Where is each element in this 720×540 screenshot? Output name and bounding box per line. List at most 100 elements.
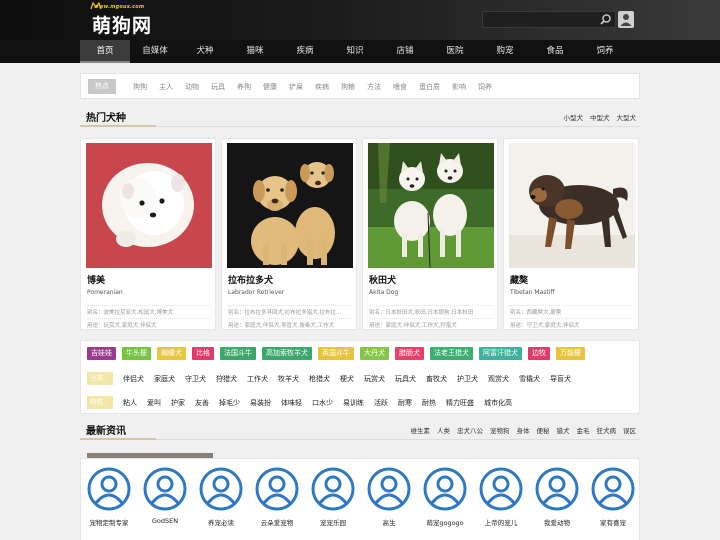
nav-item[interactable]: 知识 (330, 40, 380, 63)
breed-size-filter[interactable]: 大型犬 (617, 112, 637, 122)
keyword-link[interactable]: 影响 (452, 74, 466, 100)
keyword-link[interactable]: 玩具 (211, 74, 225, 100)
author-name[interactable]: 养宠必读 (193, 517, 249, 527)
breed-card[interactable]: 拉布拉多犬 Labrador Retriever 别名：拉布拉多寻回犬,拉布拉多… (221, 138, 357, 330)
news-topic-link[interactable]: 宠物狗 (490, 425, 510, 435)
labrador-photo[interactable] (227, 143, 353, 268)
avatar-icon[interactable] (199, 467, 243, 511)
category-link[interactable]: 工作犬 (247, 374, 268, 384)
breed-tag[interactable]: 牛头梗 (122, 347, 151, 360)
trait-link[interactable]: 体味轻 (281, 398, 302, 408)
breed-tag[interactable]: 腊肠犬 (395, 347, 424, 360)
author-item[interactable]: 高生 (361, 467, 417, 527)
keyword-link[interactable]: 动物 (185, 74, 199, 100)
news-topic-link[interactable]: 便秘 (537, 425, 550, 435)
avatar-icon[interactable] (479, 467, 523, 511)
breed-size-filter[interactable]: 小型犬 (564, 112, 584, 122)
category-link[interactable]: 家庭犬 (154, 374, 175, 384)
author-name[interactable]: 高生 (361, 517, 417, 527)
search-icon[interactable] (599, 13, 613, 26)
news-topic-link[interactable]: 狂犬病 (597, 425, 617, 435)
breed-card[interactable]: 博美 Pomeranian 别名：波美拉尼亚犬,松鼠犬,博美犬 用途：玩赏犬,家… (80, 138, 216, 330)
nav-item[interactable]: 医院 (430, 40, 480, 63)
author-item[interactable]: 云朵爱宠物 (249, 467, 305, 527)
keyword-link[interactable]: 嗜食 (393, 74, 407, 100)
avatar-icon[interactable] (423, 467, 467, 511)
breed-tag[interactable]: 英国斗牛 (318, 347, 354, 360)
author-name[interactable]: 我爱动物 (529, 517, 585, 527)
nav-item[interactable]: 犬种 (180, 40, 230, 63)
author-item[interactable]: 宠物定制专家 (81, 467, 137, 527)
news-topic-link[interactable]: 维生素 (411, 425, 431, 435)
category-link[interactable]: 枪猎犬 (309, 374, 330, 384)
category-link[interactable]: 伴侣犬 (123, 374, 144, 384)
avatar-icon[interactable] (535, 467, 579, 511)
trait-link[interactable]: 精力旺盛 (446, 398, 474, 408)
breed-name[interactable]: 藏獒 (510, 273, 528, 286)
user-icon[interactable] (618, 11, 634, 28)
author-item[interactable]: 家有喜宠 (585, 467, 641, 527)
news-topic-link[interactable]: 金毛 (577, 425, 590, 435)
breed-tag[interactable]: 吉娃娃 (87, 347, 116, 360)
news-topic-link[interactable]: 身体 (517, 425, 530, 435)
trait-link[interactable]: 城市化高 (484, 398, 512, 408)
trait-link[interactable]: 掉毛少 (219, 398, 240, 408)
category-link[interactable]: 玩具犬 (395, 374, 416, 384)
author-item[interactable]: 我爱动物 (529, 467, 585, 527)
trait-link[interactable]: 易训练 (343, 398, 364, 408)
keyword-link[interactable]: 方法 (367, 74, 381, 100)
breed-tag[interactable]: 阿富汗猎犬 (479, 347, 522, 360)
avatar-icon[interactable] (311, 467, 355, 511)
category-link[interactable]: 梗犬 (340, 374, 354, 384)
author-item[interactable]: 宠宠乐园 (305, 467, 361, 527)
news-topic-link[interactable]: 猎犬 (557, 425, 570, 435)
keyword-link[interactable]: 主人 (159, 74, 173, 100)
trait-link[interactable]: 活跃 (374, 398, 388, 408)
keyword-hot-badge[interactable]: 热点 (88, 79, 116, 94)
trait-link[interactable]: 爱叫 (147, 398, 161, 408)
author-item[interactable]: 养宠必读 (193, 467, 249, 527)
keyword-link[interactable]: 蛋白质 (419, 74, 440, 100)
breed-tag[interactable]: 法老王猎犬 (430, 347, 473, 360)
pomeranian-photo[interactable] (86, 143, 212, 268)
author-name[interactable]: GodSEN (137, 517, 193, 525)
breed-tag[interactable]: 比格 (192, 347, 214, 360)
breed-card[interactable]: 秋田犬 Akita Dog 别名：日本秋田犬,秋田,日本狼狗,日本秋田 用途：家… (362, 138, 498, 330)
breed-tag[interactable]: 万能梗 (556, 347, 585, 360)
author-item[interactable]: 萌宠gogogo (417, 467, 473, 527)
author-name[interactable]: 宠物定制专家 (81, 517, 137, 527)
akita-photo[interactable] (368, 143, 494, 268)
author-name[interactable]: 家有喜宠 (585, 517, 641, 527)
avatar-icon[interactable] (87, 467, 131, 511)
breed-tag[interactable]: 蝴蝶犬 (157, 347, 186, 360)
keyword-link[interactable]: 铲屎 (289, 74, 303, 100)
category-link[interactable]: 护卫犬 (457, 374, 478, 384)
category-link[interactable]: 观赏犬 (488, 374, 509, 384)
trait-link[interactable]: 口水少 (312, 398, 333, 408)
tibetan-mastiff-photo[interactable] (509, 143, 635, 268)
news-topic-link[interactable]: 人类 (437, 425, 450, 435)
author-name[interactable]: 上帝的宠儿 (473, 517, 529, 527)
author-name[interactable]: 云朵爱宠物 (249, 517, 305, 527)
category-link[interactable]: 玩赏犬 (364, 374, 385, 384)
news-topic-link[interactable]: 误区 (623, 425, 636, 435)
author-name[interactable]: 萌宠gogogo (417, 517, 473, 527)
breed-card[interactable]: 藏獒 Tibetan Mastiff 别名：西藏獒犬,蒙獒 用途：守卫犬,家庭犬… (503, 138, 639, 330)
breed-tag[interactable]: 边牧 (528, 347, 550, 360)
category-link[interactable]: 畜牧犬 (426, 374, 447, 384)
trait-link[interactable]: 友善 (195, 398, 209, 408)
nav-item[interactable]: 首页 (80, 40, 130, 63)
category-link[interactable]: 雪橇犬 (519, 374, 540, 384)
author-name[interactable]: 宠宠乐园 (305, 517, 361, 527)
search-input[interactable] (487, 13, 595, 26)
nav-item[interactable]: 饲养 (580, 40, 630, 63)
breed-tag[interactable]: 大丹犬 (360, 347, 389, 360)
trait-link[interactable]: 护家 (171, 398, 185, 408)
category-link[interactable]: 导盲犬 (550, 374, 571, 384)
category-link[interactable]: 狩猎犬 (216, 374, 237, 384)
nav-item[interactable]: 店铺 (380, 40, 430, 63)
keyword-link[interactable]: 狗粮 (341, 74, 355, 100)
avatar-icon[interactable] (591, 467, 635, 511)
breed-tag[interactable]: 法国斗牛 (220, 347, 256, 360)
breed-name[interactable]: 拉布拉多犬 (228, 273, 273, 286)
